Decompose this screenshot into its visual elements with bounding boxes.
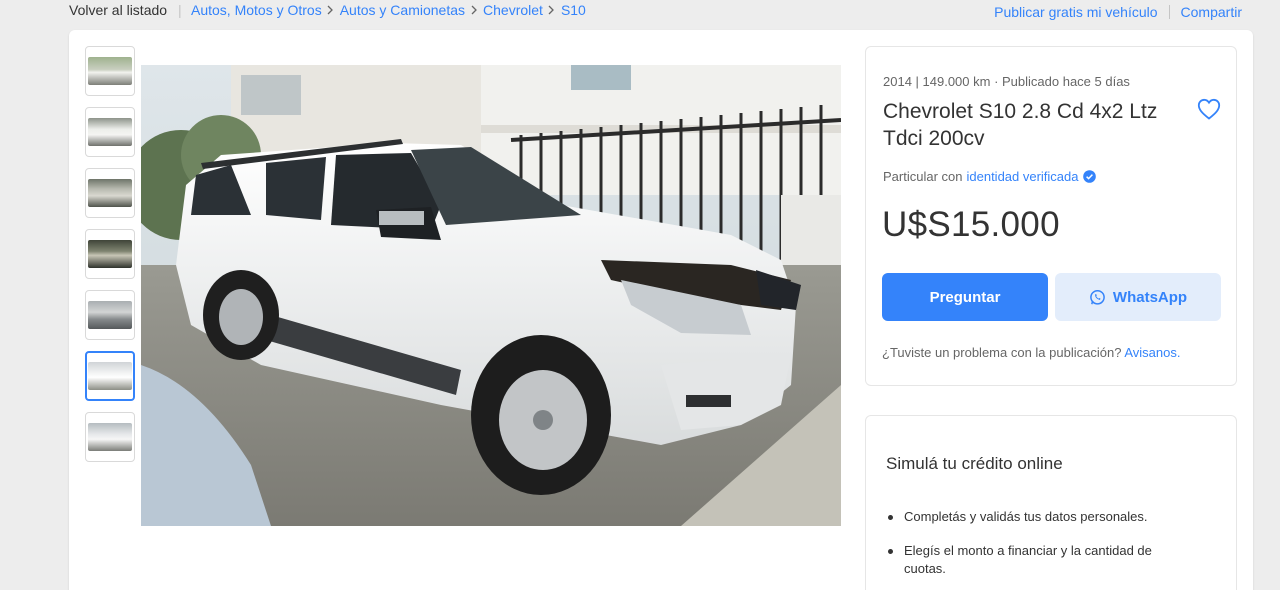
header-links: Publicar gratis mi vehículo Compartir: [994, 4, 1242, 20]
publish-vehicle-link[interactable]: Publicar gratis mi vehículo: [994, 4, 1157, 20]
verified-identity-link[interactable]: identidad verificada: [966, 169, 1078, 184]
breadcrumb-item-autos-camionetas[interactable]: Autos y Camionetas: [340, 2, 465, 18]
back-to-listing-link[interactable]: Volver al listado: [69, 2, 167, 18]
thumbnail-image: [88, 57, 132, 85]
thumbnail-2[interactable]: [85, 107, 135, 157]
list-item: Elegís el monto a financiar y la cantida…: [886, 542, 1186, 578]
chevron-right-icon: [322, 3, 340, 17]
thumbnail-image: [88, 301, 132, 329]
breadcrumb: Autos, Motos y Otros Autos y Camionetas …: [191, 2, 586, 18]
heart-icon[interactable]: [1197, 98, 1221, 120]
breadcrumb-separator: |: [178, 2, 182, 18]
thumbnail-1[interactable]: [85, 46, 135, 96]
thumbnail-4[interactable]: [85, 229, 135, 279]
ask-question-button[interactable]: Preguntar: [882, 273, 1048, 321]
seller-info: Particular con identidad verificada: [883, 169, 1096, 184]
thumbnail-5[interactable]: [85, 290, 135, 340]
thumbnail-3[interactable]: [85, 168, 135, 218]
thumbnail-6-active[interactable]: [85, 351, 135, 401]
credit-simulator-panel: Simulá tu crédito online Completás y val…: [865, 415, 1237, 590]
seller-prefix: Particular con: [883, 169, 963, 184]
thumbnail-image: [88, 362, 132, 390]
report-text: ¿Tuviste un problema con la publicación?: [882, 345, 1122, 360]
thumbnail-image: [88, 118, 132, 146]
whatsapp-label: WhatsApp: [1112, 288, 1188, 306]
breadcrumb-item-autos-motos-otros[interactable]: Autos, Motos y Otros: [191, 2, 322, 18]
report-link[interactable]: Avisanos.: [1124, 345, 1180, 360]
chevron-right-icon: [465, 3, 483, 17]
listing-subtitle: 2014 | 149.000 km · Publicado hace 5 día…: [883, 74, 1130, 89]
credit-steps-list: Completás y validás tus datos personales…: [886, 508, 1186, 590]
whatsapp-icon: [1089, 289, 1106, 306]
credit-title: Simulá tu crédito online: [886, 454, 1063, 473]
truck-illustration: [141, 65, 841, 526]
link-divider: [1168, 5, 1170, 19]
thumbnail-image: [88, 240, 132, 268]
report-problem: ¿Tuviste un problema con la publicación?…: [882, 345, 1180, 360]
chevron-right-icon: [543, 3, 561, 17]
verified-badge-icon: [1082, 170, 1096, 183]
list-item: Completás y validás tus datos personales…: [886, 508, 1186, 526]
breadcrumb-item-s10[interactable]: S10: [561, 2, 586, 18]
ask-question-label: Preguntar: [929, 288, 1001, 306]
breadcrumb-item-chevrolet[interactable]: Chevrolet: [483, 2, 543, 18]
thumbnail-7[interactable]: [85, 412, 135, 462]
listing-title: Chevrolet S10 2.8 Cd 4x2 Ltz Tdci 200cv: [883, 100, 1158, 150]
thumbnail-list: [85, 46, 135, 473]
thumbnail-image: [88, 423, 132, 451]
main-photo[interactable]: [141, 65, 841, 526]
whatsapp-button[interactable]: WhatsApp: [1055, 273, 1221, 321]
share-link[interactable]: Compartir: [1181, 4, 1242, 20]
price: U$S15.000: [882, 205, 1060, 244]
top-bar: Volver al listado | Autos, Motos y Otros…: [0, 0, 1280, 22]
purchase-panel: 2014 | 149.000 km · Publicado hace 5 día…: [865, 46, 1237, 386]
thumbnail-image: [88, 179, 132, 207]
